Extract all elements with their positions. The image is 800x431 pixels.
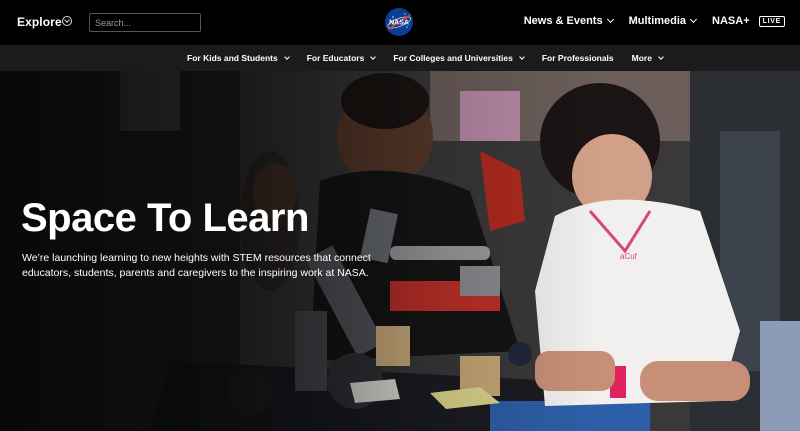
subnav-educators-label: For Educators [306, 53, 365, 63]
hero-banner[interactable]: aCuf Space To Learn We’re launching lear… [0, 71, 800, 431]
subnav-colleges-label: For Colleges and Universities [393, 53, 513, 63]
svg-text:NASA: NASA [389, 20, 409, 27]
secondary-nav: For Kids and Students For Educators For … [0, 45, 800, 71]
search-input[interactable] [89, 13, 201, 32]
chevron-down-icon [690, 15, 698, 24]
subnav-educators[interactable]: For Educators [306, 53, 377, 63]
subnav-more[interactable]: More [631, 53, 664, 63]
subnav-colleges-universities[interactable]: For Colleges and Universities [393, 53, 525, 63]
nav-news-events[interactable]: News & Events [523, 15, 614, 27]
chevron-down-icon [370, 53, 377, 60]
live-badge: LIVE [758, 15, 785, 27]
subnav-professionals[interactable]: For Professionals [542, 53, 614, 63]
nav-multimedia[interactable]: Multimedia [628, 15, 698, 27]
subnav-professionals-label: For Professionals [541, 53, 614, 63]
chevron-down-icon [519, 53, 525, 60]
nasa-meatball-icon: NASA [385, 8, 413, 36]
nav-news-events-label: News & Events [523, 15, 603, 27]
primary-nav: News & Events Multimedia NASA+ LIVE [524, 15, 785, 27]
top-navigation-bar: Explore NASA News & Events Multimedia NA… [0, 0, 800, 45]
chevron-down-icon [283, 53, 290, 60]
hero-description: We’re launching learning to new heights … [22, 252, 371, 279]
subnav-kids-students-label: For Kids and Students [187, 53, 278, 63]
hero-title: Space To Learn [21, 196, 309, 240]
chevron-down-icon [606, 15, 614, 24]
chevron-down-circle-icon[interactable] [62, 16, 72, 26]
nav-multimedia-label: Multimedia [628, 15, 687, 27]
subnav-kids-students[interactable]: For Kids and Students [187, 53, 290, 63]
nav-nasa-plus[interactable]: NASA+ LIVE [712, 15, 785, 27]
explore-menu[interactable]: Explore [17, 15, 62, 29]
subnav-more-label: More [631, 53, 652, 63]
chevron-down-icon [658, 53, 664, 60]
nav-nasa-plus-label: NASA+ [712, 15, 750, 27]
nasa-logo[interactable]: NASA [385, 8, 413, 36]
